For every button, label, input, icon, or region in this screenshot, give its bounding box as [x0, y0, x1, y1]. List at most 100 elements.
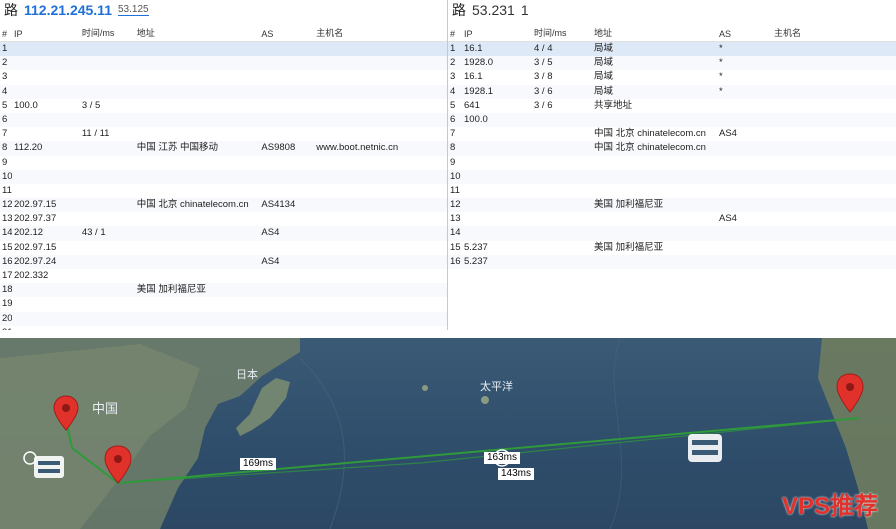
hop-number: 14 [2, 227, 12, 239]
hop-row[interactable]: 6 [0, 112, 447, 128]
hop-row[interactable]: 1 16.1 4 / 4 局域 * [448, 42, 896, 57]
hop-row[interactable]: 12 美国 加利福尼亚 [448, 198, 896, 213]
hop-hostname [772, 141, 896, 155]
hop-row[interactable]: 4 [0, 84, 447, 99]
header-hostname[interactable]: 主机名 [772, 26, 896, 39]
right-title-bar: 路 53.231 1 [448, 0, 896, 20]
hop-ip: 202.332 [13, 270, 49, 281]
hop-as [259, 127, 314, 141]
hop-location: 中国 北京 chinatelecom.cn [594, 142, 706, 154]
route-map[interactable]: 中国 日本 太平洋 169ms 163ms 143ms VPS推荐 [0, 338, 896, 529]
hop-as: AS4 [261, 255, 280, 267]
header-hop[interactable]: # [0, 29, 12, 39]
hop-location: 美国 加利福尼亚 [136, 284, 206, 296]
hop-row[interactable]: 14 [448, 226, 896, 241]
hop-row[interactable]: 8 112.20 中国 江苏 中国移动 AS9808 www.boot.netnic.c… [0, 141, 447, 156]
hop-as [259, 326, 314, 330]
hop-ip [462, 184, 532, 198]
hop-number: 3 [450, 71, 456, 83]
hop-hostname [314, 283, 447, 297]
hop-row[interactable]: 6 100.0 [448, 112, 896, 128]
header-ip[interactable]: IP [12, 29, 80, 39]
hop-row[interactable]: 11 [448, 184, 896, 198]
hop-row[interactable]: 2 [0, 56, 447, 71]
hop-number: 7 [450, 128, 456, 140]
hop-time [80, 113, 135, 127]
hop-hostname: www.boot.netnic.cn [316, 142, 399, 154]
hop-row[interactable]: 11 [0, 184, 447, 198]
hop-as [717, 198, 772, 212]
hop-as [717, 255, 772, 269]
hop-row[interactable]: 7 11 / 11 [0, 127, 447, 141]
hop-number: 16 [2, 255, 12, 267]
hop-location [135, 70, 260, 84]
hop-ip [12, 56, 80, 70]
hop-location [135, 297, 260, 311]
header-as[interactable]: AS [259, 29, 314, 39]
hop-row[interactable]: 15 5.237 美国 加利福尼亚 [448, 241, 896, 255]
hop-row[interactable]: 10 [0, 169, 447, 184]
hop-time: 3 / 5 [81, 99, 101, 111]
right-title-ip: 53.231 [472, 2, 515, 18]
hop-location: 中国 北京 chinatelecom.cn [594, 128, 706, 140]
hop-location [592, 212, 717, 226]
hop-number: 15 [2, 241, 12, 253]
hop-hostname [772, 113, 896, 127]
hop-row[interactable]: 17 202.332 [0, 269, 447, 283]
hop-location [135, 241, 260, 255]
hop-number: 12 [450, 199, 461, 211]
left-title-tag[interactable]: 53.125 [118, 4, 149, 16]
hop-as [259, 283, 314, 297]
hop-row[interactable]: 3 16.1 3 / 8 局域 * [448, 70, 896, 84]
hop-row[interactable]: 7 中国 北京 chinatelecom.cn AS4 [448, 127, 896, 141]
hop-number: 13 [2, 213, 12, 225]
header-as[interactable]: AS [717, 29, 772, 39]
hop-row[interactable]: 10 [448, 169, 896, 184]
hop-ip: 100.0 [13, 99, 38, 111]
hop-location [135, 99, 260, 113]
hop-hostname [772, 42, 896, 56]
hop-number: 9 [450, 156, 456, 168]
hop-hostname [314, 85, 447, 99]
hop-row[interactable]: 8 中国 北京 chinatelecom.cn [448, 141, 896, 156]
hop-location: 局域 [594, 57, 614, 69]
hop-row[interactable]: 4 1928.1 3 / 6 局域 * [448, 84, 896, 99]
header-time[interactable]: 时间/ms [532, 26, 592, 39]
hop-row[interactable]: 2 1928.0 3 / 5 局域 * [448, 56, 896, 71]
hop-row[interactable]: 19 [0, 297, 447, 311]
hop-row[interactable]: 14 202.12 43 / 1 AS4 [0, 226, 447, 241]
hop-location [135, 226, 260, 240]
header-location[interactable]: 地址 [592, 26, 717, 39]
hop-row[interactable]: 16 5.237 [448, 254, 896, 269]
header-hop[interactable]: # [448, 29, 462, 39]
hop-row[interactable]: 5 100.0 3 / 5 [0, 99, 447, 113]
hop-row[interactable]: 13 202.97.37 [0, 212, 447, 226]
hop-time: 3 / 6 [534, 85, 553, 97]
hop-row[interactable]: 9 [448, 156, 896, 170]
hop-row[interactable]: 9 [0, 156, 447, 170]
hop-row[interactable]: 16 202.97.24 AS4 [0, 254, 447, 269]
hop-row[interactable]: 5 641 3 / 6 共享地址 [448, 99, 896, 113]
hop-row[interactable]: 20 [0, 311, 447, 326]
header-ip[interactable]: IP [462, 29, 532, 39]
hop-number: 10 [450, 170, 461, 182]
hop-number: 21 [0, 326, 12, 330]
hop-row[interactable]: 3 [0, 70, 447, 84]
header-time[interactable]: 时间/ms [80, 26, 135, 39]
hop-row[interactable]: 18 美国 加利福尼亚 [0, 283, 447, 298]
hop-row[interactable]: 1 [0, 42, 447, 57]
hop-number: 6 [450, 113, 456, 125]
hop-number: 12 [2, 199, 12, 211]
hop-ip: 5.237 [464, 255, 488, 267]
hop-row[interactable]: 13 AS4 [448, 212, 896, 226]
header-location[interactable]: 地址 [135, 26, 260, 39]
hop-row[interactable]: 12 202.97.15 中国 北京 chinatelecom.cn AS4134 [0, 198, 447, 213]
hop-location: 美国 加利福尼亚 [594, 199, 664, 211]
hop-row[interactable]: 15 202.97.15 [0, 241, 447, 255]
header-hostname[interactable]: 主机名 [314, 26, 447, 39]
hop-location [135, 156, 260, 170]
hop-row[interactable]: 21 [0, 326, 447, 330]
left-title-ip: 112.21.245.11 [24, 2, 112, 18]
hop-ip [12, 297, 80, 311]
hop-as [717, 170, 772, 184]
